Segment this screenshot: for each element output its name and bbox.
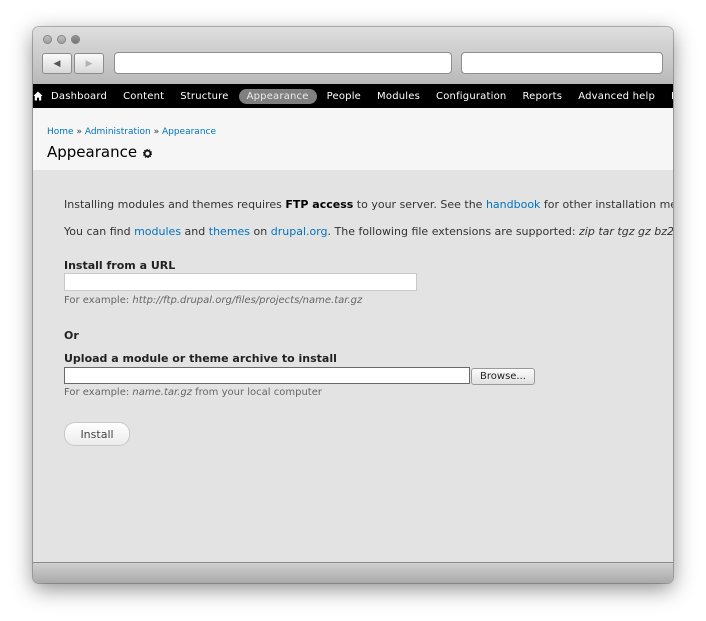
address-bar[interactable] <box>114 52 452 74</box>
upload-desc-suffix: from your local computer <box>191 387 322 398</box>
breadcrumb-home-link[interactable]: Home <box>47 127 74 137</box>
page-header: Home » Administration » Appearance Appea… <box>33 108 673 170</box>
find-and-text: and <box>181 225 209 238</box>
breadcrumb-separator: » <box>153 127 160 137</box>
ftp-info-suffix: for other installation methods. <box>543 198 673 211</box>
ftp-info-prefix: Installing modules and themes requires <box>64 198 286 211</box>
url-field-label: Install from a URL <box>64 259 176 272</box>
upload-desc-prefix: For example: <box>64 387 133 398</box>
forward-arrow-icon: ▶ <box>85 58 93 69</box>
themes-link[interactable]: themes <box>209 225 250 238</box>
main-content: Installing modules and themes requires F… <box>33 170 673 562</box>
forward-button[interactable]: ▶ <box>74 53 104 74</box>
back-button[interactable]: ◀ <box>42 53 72 74</box>
home-icon <box>33 91 43 101</box>
url-desc-prefix: For example: <box>64 295 133 306</box>
toolbar-item-structure[interactable]: Structure <box>172 89 236 104</box>
ftp-access-text: FTP access <box>285 198 354 211</box>
toolbar-item-configuration[interactable]: Configuration <box>428 89 514 104</box>
toolbar-item-appearance[interactable]: Appearance <box>238 88 317 104</box>
modules-link[interactable]: modules <box>134 225 181 238</box>
home-link[interactable] <box>33 91 43 101</box>
install-url-input[interactable] <box>64 273 417 291</box>
browser-window: ◀ ▶ Dashboard Content Structure Appearan… <box>33 27 673 583</box>
zoom-window-icon[interactable] <box>71 35 80 44</box>
toolbar-item-people[interactable]: People <box>319 89 369 104</box>
upload-field-label: Upload a module or theme archive to inst… <box>64 352 337 365</box>
breadcrumb-separator: » <box>76 127 82 137</box>
find-on-text: on <box>250 225 271 238</box>
url-field-description: For example: http://ftp.drupal.org/files… <box>64 295 362 306</box>
ftp-info-text: Installing modules and themes requires F… <box>64 198 673 211</box>
drupal-org-link[interactable]: drupal.org <box>271 225 328 238</box>
back-arrow-icon: ◀ <box>53 58 61 69</box>
browse-button[interactable]: Browse... <box>471 368 535 385</box>
toolbar-item-help[interactable]: Help <box>663 89 673 104</box>
breadcrumb-appearance-link[interactable]: Appearance <box>162 127 216 137</box>
toolbar-item-reports[interactable]: Reports <box>514 89 570 104</box>
gear-icon[interactable] <box>143 149 152 158</box>
browser-status-bar <box>33 562 673 583</box>
url-desc-example: http://ftp.drupal.org/files/projects/nam… <box>132 295 363 306</box>
handbook-link[interactable]: handbook <box>486 198 540 211</box>
toolbar-item-modules[interactable]: Modules <box>369 89 428 104</box>
browser-titlebar: ◀ ▶ <box>33 27 673 85</box>
upload-field-description: For example: name.tar.gz from your local… <box>64 387 322 398</box>
toolbar-item-dashboard[interactable]: Dashboard <box>43 89 115 104</box>
toolbar-item-content[interactable]: Content <box>115 89 172 104</box>
or-label: Or <box>64 329 79 342</box>
upload-file-input[interactable] <box>64 367 470 384</box>
minimize-window-icon[interactable] <box>57 35 66 44</box>
admin-toolbar: Dashboard Content Structure Appearance P… <box>33 84 673 108</box>
find-prefix: You can find <box>64 225 135 238</box>
upload-desc-example: name.tar.gz <box>132 387 192 398</box>
ftp-info-middle: to your server. See the <box>353 198 486 211</box>
extensions-text: . The following file extensions are supp… <box>327 225 580 238</box>
find-modules-text: You can find modules and themes on drupa… <box>64 225 673 238</box>
page-title: Appearance <box>47 143 138 161</box>
breadcrumb-administration-link[interactable]: Administration <box>85 127 151 137</box>
install-button[interactable]: Install <box>64 422 130 446</box>
extensions-list: zip tar tgz gz bz2 <box>579 225 673 238</box>
toolbar-item-advanced-help[interactable]: Advanced help <box>570 89 663 104</box>
close-window-icon[interactable] <box>43 35 52 44</box>
browser-search-field[interactable] <box>461 52 663 74</box>
breadcrumb: Home » Administration » Appearance <box>47 127 216 137</box>
